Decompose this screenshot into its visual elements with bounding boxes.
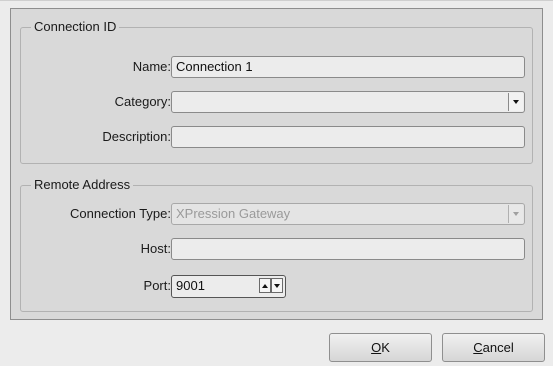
name-field[interactable]: Connection 1 xyxy=(171,56,525,78)
name-label: Name: xyxy=(132,59,171,74)
name-value: Connection 1 xyxy=(176,59,253,74)
port-label: Port: xyxy=(143,278,171,293)
ok-button[interactable]: OK xyxy=(329,333,432,362)
description-label: Description: xyxy=(102,129,171,144)
host-label: Host: xyxy=(140,241,171,256)
remote-address-title: Remote Address xyxy=(31,177,134,193)
port-decrement-button[interactable] xyxy=(271,278,283,293)
connection-type-value: XPression Gateway xyxy=(176,206,291,221)
ok-mnemonic: O xyxy=(371,340,382,355)
connection-dialog: Connection ID Name: Connection 1 Categor… xyxy=(0,0,553,366)
connection-type-label: Connection Type: xyxy=(70,206,171,221)
host-field[interactable] xyxy=(171,238,525,260)
port-increment-button[interactable] xyxy=(259,278,271,293)
port-spinbox[interactable]: 9001 xyxy=(171,275,286,298)
settings-panel: Connection ID Name: Connection 1 Categor… xyxy=(10,8,543,320)
description-field[interactable] xyxy=(171,126,525,148)
arrow-up-icon xyxy=(262,283,268,288)
cancel-button[interactable]: Cancel xyxy=(442,333,545,362)
connection-id-title: Connection ID xyxy=(31,19,120,35)
ok-label-rest: K xyxy=(381,340,390,355)
category-dropdown-button[interactable] xyxy=(508,93,523,111)
category-label: Category: xyxy=(114,94,171,109)
chevron-down-icon xyxy=(513,100,519,104)
connection-type-dropdown-button[interactable] xyxy=(508,205,523,223)
cancel-label-rest: ancel xyxy=(482,340,514,355)
chevron-down-icon xyxy=(513,212,519,216)
arrow-down-icon xyxy=(274,283,280,288)
connection-type-dropdown[interactable]: XPression Gateway xyxy=(171,203,525,225)
cancel-mnemonic: C xyxy=(473,340,483,355)
top-divider xyxy=(0,0,553,1)
category-dropdown[interactable] xyxy=(171,91,525,113)
port-value: 9001 xyxy=(176,278,205,293)
